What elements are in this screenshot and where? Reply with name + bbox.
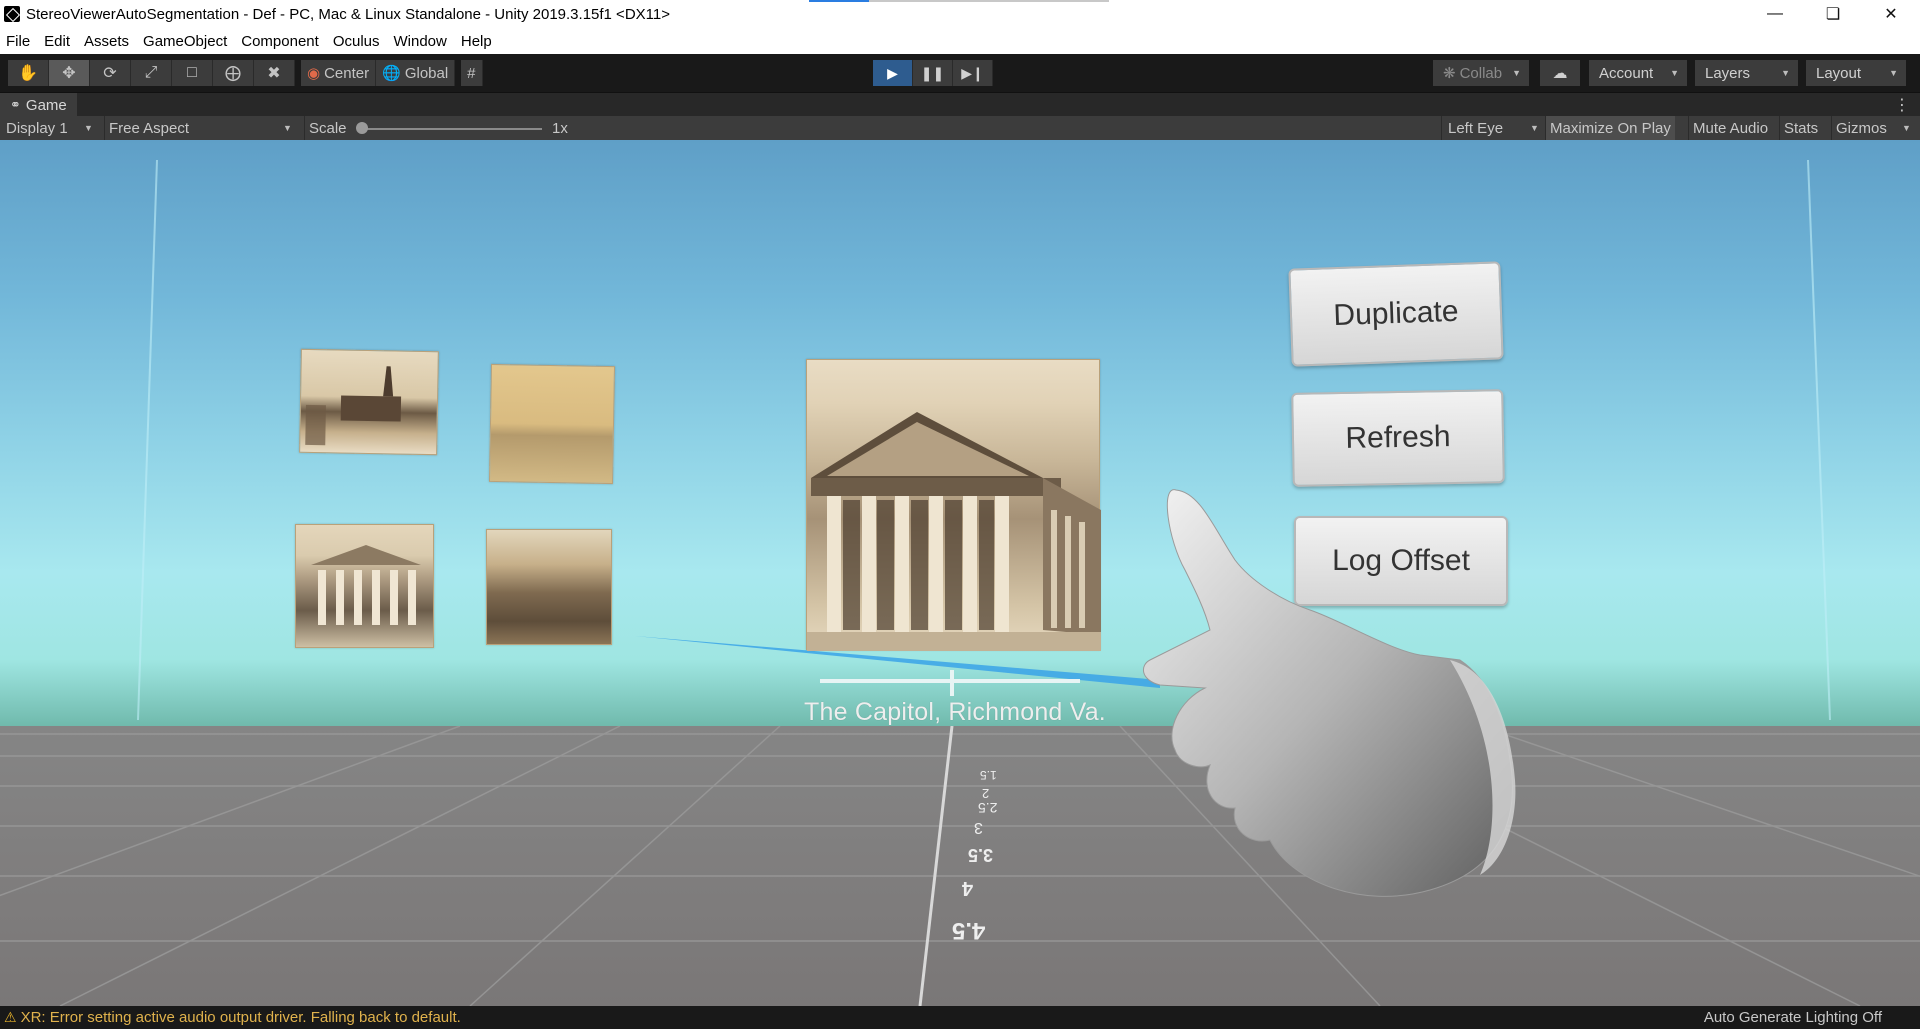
chevron-down-icon: ▼ <box>1781 68 1790 78</box>
pivot-rotation-label: Global <box>404 64 449 82</box>
menu-edit[interactable]: Edit <box>44 33 70 50</box>
minimize-icon[interactable]: — <box>1746 0 1804 28</box>
grid-snap-button[interactable]: # <box>461 60 483 86</box>
hand-icon[interactable]: ✋ <box>8 60 49 86</box>
pivot-rotation-button[interactable]: 🌐 Global <box>376 60 456 86</box>
transform-icon[interactable]: ⨁ <box>213 60 254 86</box>
mute-audio-toggle[interactable]: Mute Audio <box>1688 116 1772 140</box>
stats-toggle[interactable]: Stats <box>1779 116 1822 140</box>
menu-file[interactable]: File <box>6 33 30 50</box>
account-dropdown[interactable]: Account ▼ <box>1589 60 1687 86</box>
cloud-icon[interactable]: ☁ <box>1540 60 1580 86</box>
menu-gameobject[interactable]: GameObject <box>143 33 227 50</box>
pivot-mode-label: Center <box>324 64 370 82</box>
tab-game[interactable]: ⚭ Game <box>0 93 77 117</box>
chevron-down-icon: ▼ <box>1512 68 1521 78</box>
menu-assets[interactable]: Assets <box>84 33 129 50</box>
menu-bar: File Edit Assets GameObject Component Oc… <box>0 28 1920 54</box>
unity-logo-icon <box>4 6 20 22</box>
tab-game-label: Game <box>25 96 67 114</box>
pivot-mode-button[interactable]: ◉ Center <box>301 60 377 86</box>
layout-label: Layout <box>1816 64 1862 82</box>
menu-help[interactable]: Help <box>461 33 492 50</box>
chevron-down-icon: ▼ <box>1670 68 1679 78</box>
transform-tools: ✋ ✥ ⟳ ⤢ □ ⨁ ✖ <box>8 60 295 86</box>
chevron-down-icon[interactable]: ▼ <box>1902 123 1911 133</box>
window-title: StereoViewerAutoSegmentation - Def - PC,… <box>26 5 670 23</box>
scale-slider-handle[interactable] <box>356 122 368 134</box>
gizmos-toggle[interactable]: Gizmos <box>1831 116 1903 140</box>
collab-dropdown[interactable]: ❋ Collab ▼ <box>1433 60 1529 86</box>
chevron-down-icon: ▼ <box>84 123 93 133</box>
gamepad-icon: ⚭ <box>10 97 21 112</box>
aspect-label: Free Aspect <box>109 119 190 137</box>
move-icon[interactable]: ✥ <box>49 60 90 86</box>
title-bar: StereoViewerAutoSegmentation - Def - PC,… <box>0 0 1920 28</box>
tab-bar: ⚭ Game ⋮ <box>0 92 1920 117</box>
chevron-down-icon: ▼ <box>283 123 292 133</box>
custom-tool-icon[interactable]: ✖ <box>254 60 295 86</box>
close-icon[interactable]: ✕ <box>1862 0 1920 28</box>
scale-value: 1x <box>552 119 568 137</box>
lighting-status: Auto Generate Lighting Off <box>1703 1009 1882 1026</box>
scale-label: Scale <box>304 116 347 140</box>
layout-dropdown[interactable]: Layout ▼ <box>1806 60 1906 86</box>
more-options-icon[interactable]: ⋮ <box>1894 95 1910 115</box>
collab-label: Collab <box>1459 64 1503 82</box>
vr-hand-icon <box>1142 489 1516 897</box>
grid-snap-icon: # <box>467 64 476 82</box>
step-icon[interactable]: ▶❙ <box>953 60 993 86</box>
chevron-down-icon: ▼ <box>1889 68 1898 78</box>
collab-icon: ❋ <box>1443 65 1456 82</box>
menu-oculus[interactable]: Oculus <box>333 33 380 50</box>
restore-icon[interactable]: ❏ <box>1804 0 1862 28</box>
loading-progress <box>809 0 1109 2</box>
pivot-group: ◉ Center 🌐 Global # <box>301 60 483 86</box>
scale-icon[interactable]: ⤢ <box>131 60 172 86</box>
scale-slider-track[interactable] <box>362 128 542 130</box>
display-dropdown[interactable]: Display 1 ▼ <box>6 116 98 140</box>
globe-icon: 🌐 <box>382 65 401 82</box>
menu-component[interactable]: Component <box>241 33 319 50</box>
play-controls: ▶ ❚❚ ▶❙ <box>873 60 993 86</box>
account-label: Account <box>1599 64 1654 82</box>
main-toolbar: ✋ ✥ ⟳ ⤢ □ ⨁ ✖ ◉ Center 🌐 Global # ▶ ❚❚ ▶❙ … <box>0 54 1920 92</box>
eye-dropdown[interactable]: Left Eye ▼ <box>1441 116 1541 140</box>
maximize-on-play-toggle[interactable]: Maximize On Play <box>1545 116 1675 140</box>
window-controls: — ❏ ✕ <box>1746 0 1920 28</box>
display-label: Display 1 <box>6 119 68 137</box>
eye-label: Left Eye <box>1448 119 1504 137</box>
game-view-toolbar: Display 1 ▼ Free Aspect ▼ Scale 1x Left … <box>0 116 1920 140</box>
layers-label: Layers <box>1705 64 1751 82</box>
layers-dropdown[interactable]: Layers ▼ <box>1695 60 1798 86</box>
game-viewport[interactable]: 1.5 2 2.5 3 3.5 4 4.5 The Capitol, Richm… <box>0 140 1920 1006</box>
rect-icon[interactable]: □ <box>172 60 213 86</box>
menu-window[interactable]: Window <box>394 33 447 50</box>
status-message[interactable]: XR: Error setting active audio output dr… <box>21 1009 461 1026</box>
aspect-dropdown[interactable]: Free Aspect ▼ <box>104 116 296 140</box>
play-icon[interactable]: ▶ <box>873 60 913 86</box>
pivot-center-icon: ◉ <box>307 65 321 82</box>
rotate-icon[interactable]: ⟳ <box>90 60 131 86</box>
status-bar: ⚠ XR: Error setting active audio output … <box>0 1006 1920 1029</box>
chevron-down-icon: ▼ <box>1530 123 1539 133</box>
warning-icon: ⚠ <box>4 1009 17 1025</box>
pause-icon[interactable]: ❚❚ <box>913 60 953 86</box>
